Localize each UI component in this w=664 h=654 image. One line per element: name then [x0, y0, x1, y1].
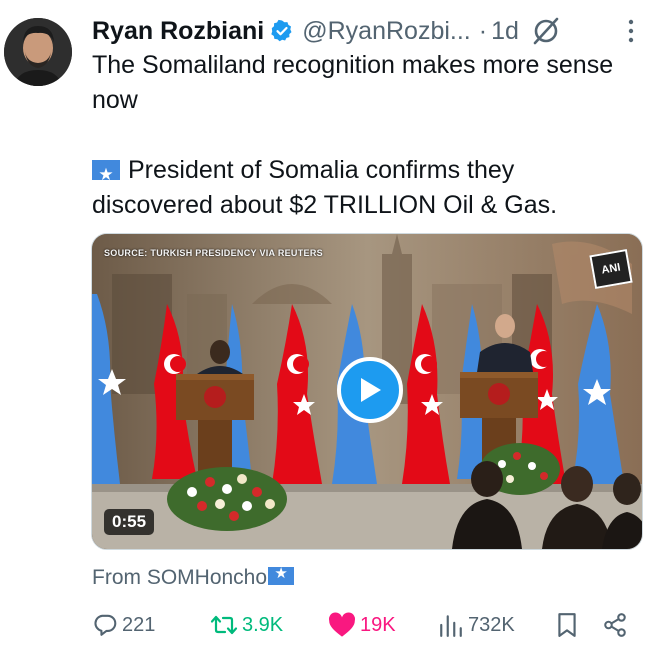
share-button[interactable] [602, 612, 632, 638]
video-player[interactable]: SOURCE: TURKISH PRESIDENCY VIA REUTERS A… [91, 233, 643, 550]
verified-badge-icon[interactable] [270, 19, 294, 43]
views-button[interactable]: 732K [438, 613, 556, 637]
avatar-image [4, 18, 72, 86]
avatar[interactable] [4, 18, 72, 86]
tweet-text: The Somaliland recognition makes more se… [92, 48, 632, 223]
views-count: 732K [468, 613, 515, 636]
like-button[interactable]: 19K [328, 612, 438, 638]
ani-watermark: ANI [589, 248, 633, 290]
separator-dot: · [478, 16, 488, 45]
author-name[interactable]: Ryan Rozbiani [92, 17, 264, 46]
like-count: 19K [360, 613, 396, 636]
bookmark-button[interactable] [556, 612, 602, 638]
bookmark-icon [558, 613, 576, 637]
grok-icon[interactable] [531, 16, 561, 46]
play-icon [361, 378, 381, 402]
video-duration: 0:55 [104, 509, 155, 535]
share-icon [604, 613, 626, 637]
play-button[interactable] [337, 357, 403, 423]
video-attribution[interactable]: From SOMHoncho [92, 564, 302, 590]
heart-icon [328, 612, 356, 637]
reply-button[interactable]: 221 [92, 612, 210, 638]
timestamp[interactable]: 1d [491, 17, 519, 46]
views-icon [440, 615, 462, 637]
video-source-label: SOURCE: TURKISH PRESIDENCY VIA REUTERS [104, 248, 323, 258]
tweet-actions: 221 3.9K 19K 732K [92, 608, 637, 642]
somalia-flag-icon [268, 564, 295, 585]
somalia-flag-icon [92, 157, 120, 192]
repost-count: 3.9K [242, 613, 284, 636]
reply-icon [94, 614, 117, 636]
repost-icon [210, 615, 238, 635]
tweet-line-2-text: President of Somalia confirms they disco… [92, 156, 558, 219]
attribution-label[interactable]: From SOMHoncho [92, 566, 267, 589]
reply-count: 221 [122, 613, 156, 636]
tweet-header: Ryan Rozbiani @RyanRozbi... · 1d [92, 14, 654, 48]
tweet-line-2: President of Somalia confirms they disco… [92, 153, 632, 223]
repost-button[interactable]: 3.9K [210, 612, 328, 638]
author-handle[interactable]: @RyanRozbi... [302, 17, 471, 46]
more-dots-icon[interactable] [628, 18, 634, 44]
tweet-line-1: The Somaliland recognition makes more se… [92, 51, 614, 114]
